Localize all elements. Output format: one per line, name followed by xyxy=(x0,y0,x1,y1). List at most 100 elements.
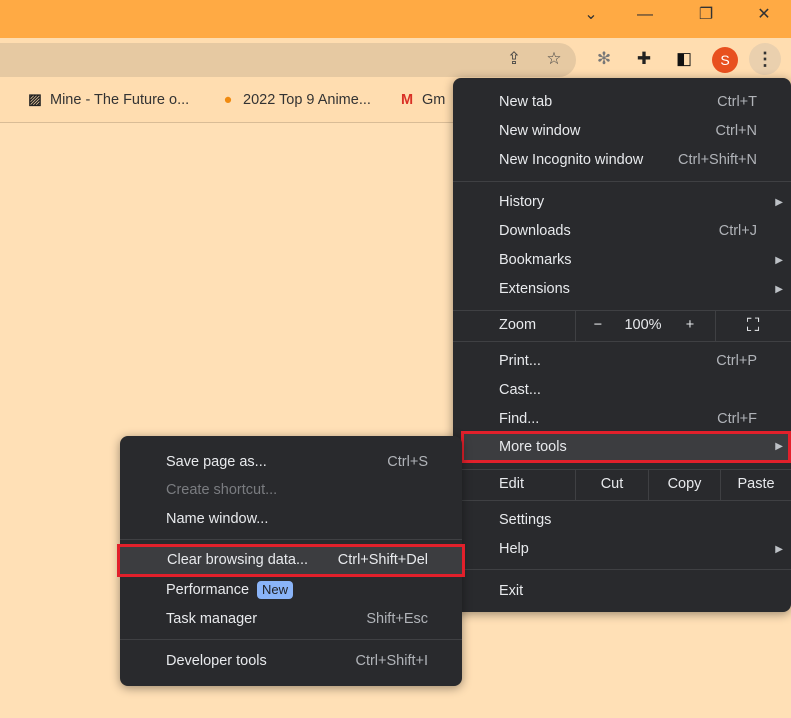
title-bar: ⌄ — ❐ ✕ xyxy=(0,0,791,38)
shortcut: Ctrl+N xyxy=(715,123,758,139)
label: Bookmarks xyxy=(499,252,572,268)
submenu-arrow-icon: ▶ xyxy=(775,284,783,295)
bookmark-gmail[interactable]: M Gm xyxy=(398,92,445,108)
submenu-arrow-icon: ▶ xyxy=(775,441,783,452)
menu-item-downloads[interactable]: Downloads Ctrl+J xyxy=(453,217,791,246)
shortcut: Ctrl+Shift+Del xyxy=(337,552,428,568)
label: Task manager xyxy=(166,611,258,627)
shortcut: Ctrl+Shift+N xyxy=(678,152,757,168)
menu-item-bookmarks[interactable]: Bookmarks ▶ xyxy=(453,246,791,275)
divider xyxy=(453,181,791,182)
bookmark-label: Gm xyxy=(422,92,446,108)
chrome-main-menu: New tab Ctrl+T New window Ctrl+N New Incog… xyxy=(453,78,791,612)
submenu-arrow-icon: ▶ xyxy=(775,544,783,555)
menu-item-extensions[interactable]: Extensions ▶ xyxy=(453,275,791,304)
side-panel-icon[interactable]: ◧ xyxy=(673,48,695,70)
gmail-icon: M xyxy=(400,92,414,108)
label: Settings xyxy=(499,512,552,528)
menu-item-new-window[interactable]: New window Ctrl+N xyxy=(453,117,791,146)
minimize-button[interactable]: — xyxy=(625,4,665,26)
fullscreen-icon[interactable]: ⛶ xyxy=(738,311,768,340)
menu-item-performance[interactable]: Performance New xyxy=(120,576,462,605)
menu-item-create-shortcut: Create shortcut... xyxy=(120,476,462,505)
menu-item-task-manager[interactable]: Task manager Shift+Esc xyxy=(120,605,462,634)
menu-item-name-window[interactable]: Name window... xyxy=(120,505,462,534)
menu-item-new-tab[interactable]: New tab Ctrl+T xyxy=(453,88,791,117)
shortcut: Ctrl+Shift+I xyxy=(355,653,428,669)
label: New window xyxy=(499,123,581,139)
more-tools-submenu: Save page as... Ctrl+S Create shortcut...… xyxy=(117,436,465,686)
toolbar: ⇪ ☆ ✻ ✚ ◧ S ⋮ xyxy=(0,38,791,80)
shortcut: Ctrl+J xyxy=(718,223,757,239)
label: Extensions xyxy=(499,281,570,297)
menu-item-clear-browsing-data[interactable]: Clear browsing data... Ctrl+Shift+Del xyxy=(117,544,465,577)
label: Name window... xyxy=(166,511,269,527)
menu-item-find[interactable]: Find... Ctrl+F xyxy=(453,405,791,434)
menu-item-history[interactable]: History ▶ xyxy=(453,188,791,217)
menu-item-print[interactable]: Print... Ctrl+P xyxy=(453,347,791,376)
mine-icon: ▨ xyxy=(28,92,42,108)
share-icon[interactable]: ⇪ xyxy=(503,48,525,70)
menu-item-help[interactable]: Help ▶ xyxy=(453,535,791,564)
label: More tools xyxy=(499,439,567,455)
shortcut: Shift+Esc xyxy=(366,611,428,627)
bookmark-anime[interactable]: ● 2022 Top 9 Anime... xyxy=(219,92,371,108)
bookmark-label: 2022 Top 9 Anime... xyxy=(243,92,371,108)
address-bar[interactable] xyxy=(0,43,576,77)
flame-icon: ● xyxy=(223,92,233,108)
divider xyxy=(120,539,462,540)
submenu-arrow-icon: ▶ xyxy=(775,197,783,208)
new-badge: New xyxy=(257,581,294,600)
divider xyxy=(715,311,716,341)
label: Performance xyxy=(166,582,250,598)
divider xyxy=(120,639,462,640)
extension-icon[interactable]: ✻ xyxy=(593,48,615,70)
menu-icon[interactable]: ⋮ xyxy=(749,43,781,75)
shortcut: Ctrl+P xyxy=(716,353,757,369)
bookmark-mine[interactable]: ▨ Mine - The Future o... xyxy=(26,92,189,108)
copy-button[interactable]: Copy xyxy=(649,470,720,499)
tab-search-icon[interactable]: ⌄ xyxy=(571,4,611,26)
menu-item-more-tools[interactable]: More tools ▶ xyxy=(461,431,791,463)
shortcut: Ctrl+F xyxy=(717,411,757,427)
cut-button[interactable]: Cut xyxy=(576,470,648,499)
restore-button[interactable]: ❐ xyxy=(686,4,726,26)
close-button[interactable]: ✕ xyxy=(744,4,784,26)
divider xyxy=(575,311,576,341)
zoom-out-button[interactable]: − xyxy=(583,311,613,340)
label: History xyxy=(499,194,545,210)
label: Clear browsing data... xyxy=(167,552,309,568)
shortcut: Ctrl+T xyxy=(717,94,757,110)
bookmark-star-icon[interactable]: ☆ xyxy=(543,48,565,70)
zoom-label: Zoom xyxy=(499,317,537,333)
label: Print... xyxy=(499,353,541,369)
puzzle-icon[interactable]: ✚ xyxy=(633,48,655,70)
divider xyxy=(453,569,791,570)
zoom-level: 100% xyxy=(624,317,662,333)
menu-item-settings[interactable]: Settings xyxy=(453,506,791,535)
menu-item-exit[interactable]: Exit xyxy=(453,577,791,606)
edit-label: Edit xyxy=(499,476,524,492)
paste-button[interactable]: Paste xyxy=(721,470,791,499)
divider xyxy=(453,500,791,501)
label: Save page as... xyxy=(166,454,267,470)
label: New tab xyxy=(499,94,553,110)
shortcut: Ctrl+S xyxy=(387,454,428,470)
label: Developer tools xyxy=(166,653,267,669)
label: Downloads xyxy=(499,223,571,239)
submenu-arrow-icon: ▶ xyxy=(775,255,783,266)
menu-item-save-page[interactable]: Save page as... Ctrl+S xyxy=(120,448,462,477)
label: Exit xyxy=(499,583,524,599)
menu-item-developer-tools[interactable]: Developer tools Ctrl+Shift+I xyxy=(120,647,462,676)
label: New Incognito window xyxy=(499,152,644,168)
menu-item-incognito[interactable]: New Incognito window Ctrl+Shift+N xyxy=(453,146,791,175)
bookmark-label: Mine - The Future o... xyxy=(50,92,190,108)
label: Create shortcut... xyxy=(166,482,278,498)
label: Find... xyxy=(499,411,540,427)
edit-row: Edit Cut Copy Paste xyxy=(453,470,791,500)
zoom-row: Zoom − 100% + ⛶ xyxy=(453,311,791,341)
profile-avatar[interactable]: S xyxy=(712,47,738,73)
label: Cast... xyxy=(499,382,541,398)
zoom-in-button[interactable]: + xyxy=(675,311,705,340)
menu-item-cast[interactable]: Cast... xyxy=(453,376,791,405)
